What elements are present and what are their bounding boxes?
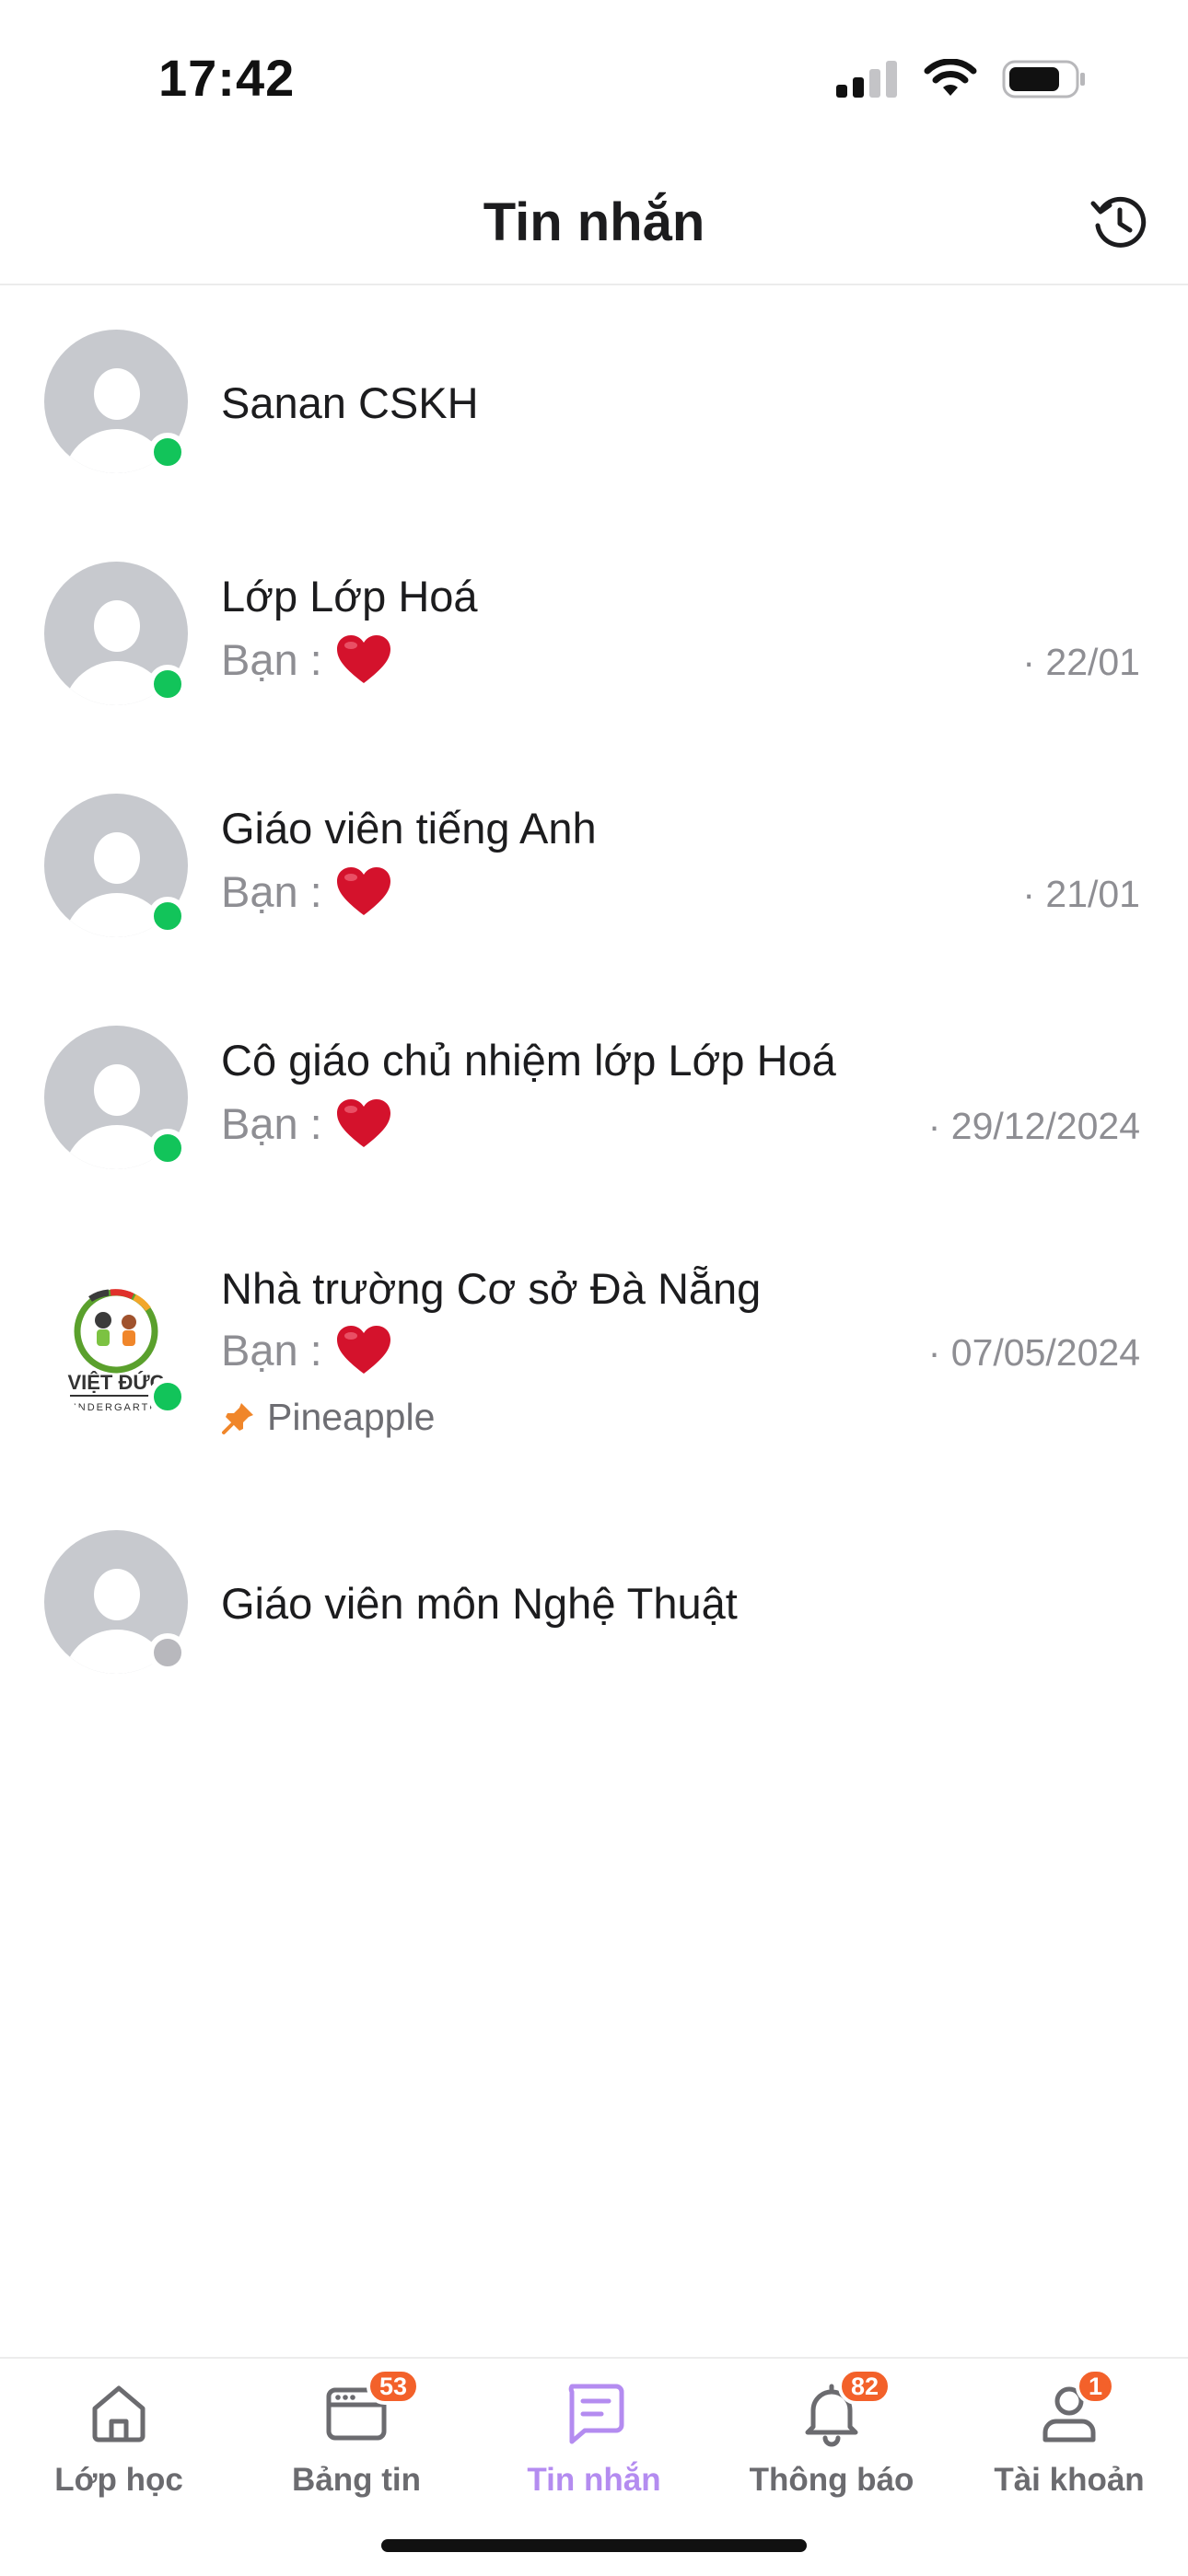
history-button[interactable] xyxy=(1087,190,1153,256)
tab-tin-nhan[interactable]: Tin nhắn xyxy=(475,2359,713,2524)
conversation-name: Nhà trường Cơ sở Đà Nẵng xyxy=(221,1264,762,1313)
notification-badge: 53 xyxy=(367,2368,421,2405)
tab-label: Tài khoản xyxy=(994,2462,1145,2498)
tab-label: Lớp học xyxy=(54,2462,183,2498)
offline-status-dot xyxy=(148,1633,187,1672)
preview-sender: Bạn : xyxy=(221,1098,322,1148)
online-status-dot xyxy=(148,665,187,703)
conversation-name: Giáo viên môn Nghệ Thuật xyxy=(221,1579,738,1628)
conversation-item[interactable]: Giáo viên tiếng Anh Bạn : · 21/01 xyxy=(0,748,1188,980)
home-icon xyxy=(92,2385,146,2443)
conversation-name: Sanan CSKH xyxy=(221,378,479,427)
conversation-item[interactable]: Sanan CSKH xyxy=(0,285,1188,516)
pin-icon xyxy=(222,1402,253,1434)
message-date: · 22/01 xyxy=(1022,641,1140,683)
online-status-dot xyxy=(148,1129,187,1167)
pinned-row: Pineapple xyxy=(221,1396,435,1439)
page-title: Tin nhắn xyxy=(483,192,705,252)
status-icons xyxy=(834,59,1087,99)
notification-badge: 1 xyxy=(1076,2368,1116,2405)
cellular-signal-icon xyxy=(836,61,897,98)
heart-emoji xyxy=(336,867,390,915)
preview-sender: Bạn : xyxy=(221,866,322,916)
online-status-dot xyxy=(148,1377,187,1416)
tab-thong-bao[interactable]: 82 Thông báo xyxy=(713,2359,950,2524)
home-indicator[interactable] xyxy=(381,2539,807,2552)
tab-lop-hoc[interactable]: Lớp học xyxy=(0,2359,238,2524)
conversation-item[interactable]: VIỆT ĐỨC KINDERGARTEN Nhà trường Cơ sở Đ… xyxy=(0,1212,1188,1506)
message-preview: Bạn : xyxy=(221,1324,392,1375)
message-icon xyxy=(568,2384,624,2444)
tab-tai-khoan[interactable]: 1 Tài khoản xyxy=(950,2359,1188,2524)
online-status-dot xyxy=(148,897,187,935)
conversation-name: Giáo viên tiếng Anh xyxy=(221,804,597,853)
message-preview: Bạn : xyxy=(221,1097,392,1149)
message-date: · 07/05/2024 xyxy=(927,1331,1140,1374)
status-time: 17:42 xyxy=(158,49,296,107)
message-preview: Bạn : xyxy=(221,633,392,685)
conversation-name: Cô giáo chủ nhiệm lớp Lớp Hoá xyxy=(221,1036,836,1085)
tab-label: Tin nhắn xyxy=(527,2462,661,2498)
tab-bang-tin[interactable]: 53 Bảng tin xyxy=(238,2359,475,2524)
status-bar: 17:42 xyxy=(0,0,1188,157)
message-date: · 29/12/2024 xyxy=(927,1105,1140,1147)
conversation-item[interactable]: Cô giáo chủ nhiệm lớp Lớp Hoá Bạn : · 29… xyxy=(0,980,1188,1212)
heart-emoji xyxy=(336,1326,390,1374)
conversation-item[interactable]: Giáo viên môn Nghệ Thuật xyxy=(0,1506,1188,1736)
tab-label: Bảng tin xyxy=(292,2462,421,2498)
message-date: · 21/01 xyxy=(1022,873,1140,915)
header: Tin nhắn xyxy=(0,157,1188,285)
conversation-name: Lớp Lớp Hoá xyxy=(221,572,478,621)
preview-sender: Bạn : xyxy=(221,1325,322,1375)
heart-emoji xyxy=(336,635,390,683)
battery-icon xyxy=(1002,60,1085,99)
conversation-item[interactable]: Lớp Lớp Hoá Bạn : · 22/01 xyxy=(0,516,1188,748)
message-preview: Bạn : xyxy=(221,865,392,917)
preview-sender: Bạn : xyxy=(221,634,322,684)
history-icon xyxy=(1090,196,1147,248)
notification-badge: 82 xyxy=(838,2368,892,2405)
pinned-label: Pineapple xyxy=(267,1396,436,1438)
tab-label: Thông báo xyxy=(749,2462,914,2498)
heart-emoji xyxy=(336,1099,390,1147)
wifi-icon xyxy=(924,59,977,96)
online-status-dot xyxy=(148,433,187,471)
